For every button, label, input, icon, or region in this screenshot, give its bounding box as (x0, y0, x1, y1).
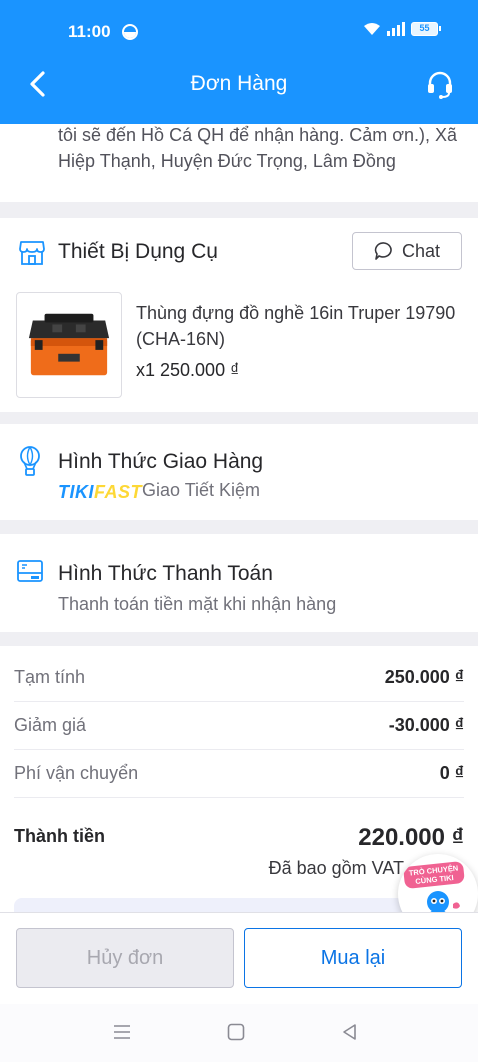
shipping-fee-value: 0 ₫ (439, 763, 464, 783)
app-header: 11:00 55 Đơn Hàng (0, 0, 478, 124)
payment-title: Hình Thức Thanh Toán (58, 562, 273, 585)
discount-value: -30.000 ₫ (388, 715, 464, 735)
address-text: tôi sẽ đến Hồ Cá QH để nhận hàng. Cảm ơn… (58, 125, 458, 171)
discount-label: Giảm giá (14, 715, 87, 735)
total-label: Thành tiền (14, 826, 105, 846)
subtotal-value: 250.000 ₫ (384, 667, 464, 687)
wifi-icon (364, 23, 380, 35)
subtotal-label: Tạm tính (14, 667, 86, 687)
subtotal-row: Tạm tính 250.000 ₫ (14, 654, 464, 702)
rebuy-button[interactable]: Mua lại (244, 928, 462, 988)
discount-row: Giảm giá -30.000 ₫ (14, 702, 464, 750)
shipping-fee-row: Phí vận chuyển 0 ₫ (14, 750, 464, 798)
order-detail-content[interactable]: tôi sẽ đến Hồ Cá QH để nhận hàng. Cảm ơn… (0, 124, 478, 912)
shop-section: Thiết Bị Dụng Cụ Chat Thùng đựng đồ nghề… (0, 218, 478, 412)
vat-note: Đã bao gồm VAT (268, 858, 404, 878)
tikifast-logo: TIKIFAST (58, 482, 143, 502)
promo-strip (14, 898, 464, 912)
system-nav-bar (0, 1004, 478, 1062)
home-icon[interactable] (226, 1022, 246, 1042)
payment-section: Hình Thức Thanh Toán Thanh toán tiền mặt… (0, 534, 478, 632)
cancel-order-button[interactable]: Hủy đơn (16, 928, 234, 988)
toolbox-image (28, 313, 110, 376)
status-icons: 55 (363, 22, 441, 36)
shipping-section: Hình Thức Giao Hàng TIKIFAST Giao Tiết K… (0, 424, 478, 520)
page-title: Đơn Hàng (190, 72, 288, 95)
balloon-delivery-icon (20, 446, 40, 476)
shipping-method: Giao Tiết Kiệm (142, 480, 261, 500)
address-section: tôi sẽ đến Hồ Cá QH để nhận hàng. Cảm ơn… (0, 124, 478, 202)
menu-icon[interactable] (112, 1022, 132, 1042)
product-image[interactable] (16, 292, 122, 398)
back-nav-icon[interactable] (340, 1022, 360, 1042)
total-value: 220.000 ₫ (358, 824, 464, 851)
action-bar: Hủy đơn Mua lại (0, 912, 478, 1004)
battery-icon: 55 (411, 22, 441, 36)
headset-icon[interactable] (424, 68, 456, 100)
shipping-fee-label: Phí vận chuyển (14, 763, 139, 783)
status-time: 11:00 (68, 22, 111, 41)
chat-button[interactable]: Chat (352, 232, 462, 270)
payment-method: Thanh toán tiền mặt khi nhận hàng (58, 594, 337, 614)
status-indicator-icon (122, 24, 138, 40)
chat-button-label: Chat (401, 240, 441, 261)
product-qty-price: x1 250.000 ₫ (136, 360, 240, 380)
chat-bubble-icon (374, 242, 392, 260)
payment-icon (17, 560, 43, 582)
product-name[interactable]: Thùng đựng đồ nghề 16in Truper 19790 (CH… (136, 300, 456, 352)
store-icon (19, 241, 45, 265)
shop-name[interactable]: Thiết Bị Dụng Cụ (58, 240, 218, 264)
signal-icon (387, 22, 405, 36)
shipping-title: Hình Thức Giao Hàng (58, 450, 264, 473)
